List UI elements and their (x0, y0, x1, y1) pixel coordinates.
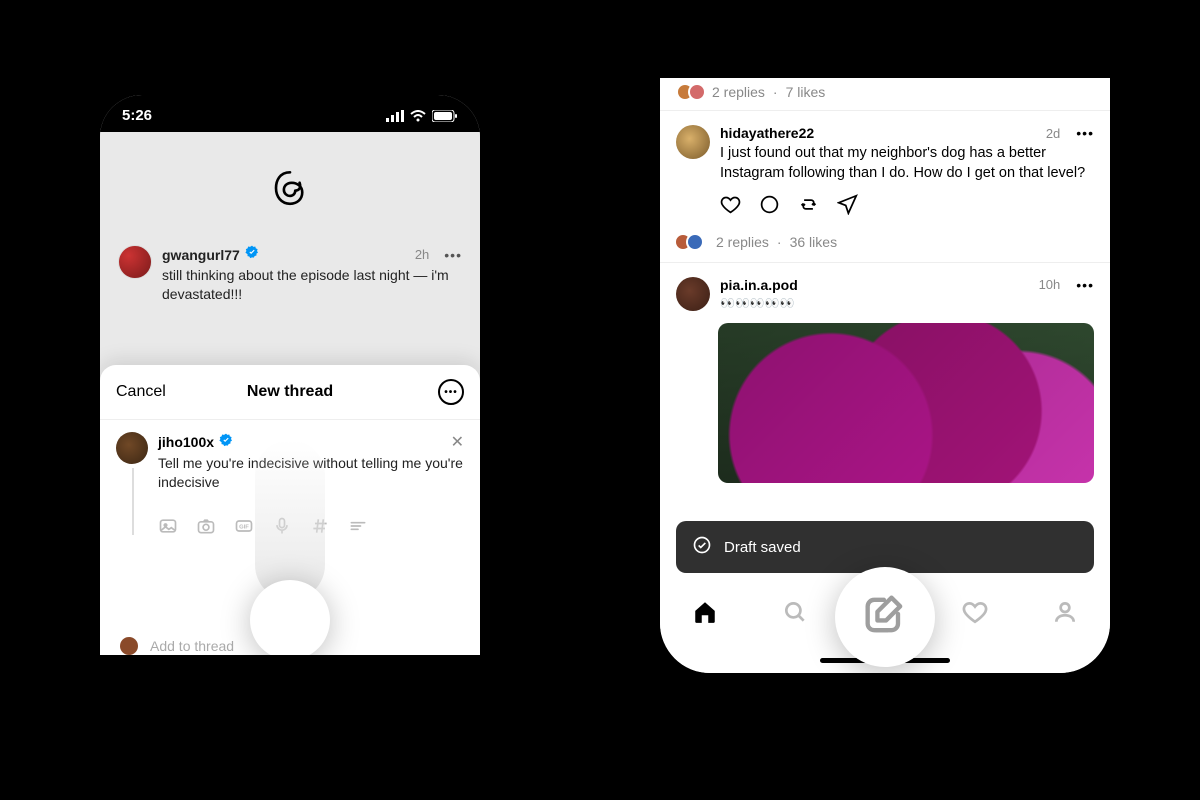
hashtag-icon[interactable] (310, 516, 330, 541)
post-username[interactable]: gwangurl77 (162, 247, 240, 263)
likes-count[interactable]: 36 likes (790, 234, 837, 250)
post-actions (720, 194, 1094, 220)
post-more-icon[interactable]: ••• (1076, 277, 1094, 293)
post-time: 2d (1046, 126, 1060, 141)
post-more-icon[interactable]: ••• (444, 247, 462, 263)
svg-text:GIF: GIF (239, 524, 249, 530)
repost-icon[interactable] (798, 194, 819, 220)
verified-badge-icon (219, 433, 233, 452)
composer-more-button[interactable]: ••• (438, 379, 464, 405)
thread-line (132, 468, 134, 535)
threads-logo-icon (269, 167, 311, 214)
composer-sheet: Cancel New thread ••• jiho100x ✕ Tell me… (100, 365, 480, 655)
prev-post-stats[interactable]: 2 replies · 7 likes (660, 78, 1110, 111)
check-circle-icon (692, 535, 712, 559)
post-username[interactable]: hidayathere22 (720, 125, 814, 141)
clear-draft-button[interactable]: ✕ (451, 432, 464, 452)
camera-icon[interactable] (196, 516, 216, 541)
facepile (674, 233, 704, 251)
toast-draft-saved: Draft saved (676, 521, 1094, 573)
tab-activity[interactable] (955, 599, 995, 625)
tab-search[interactable] (775, 599, 815, 625)
share-icon[interactable] (837, 194, 858, 220)
poll-icon[interactable] (348, 516, 368, 541)
tab-home[interactable] (685, 599, 725, 625)
mic-icon[interactable] (272, 516, 292, 541)
facepile (676, 83, 706, 101)
composer-text[interactable]: Tell me you're indecisive without tellin… (158, 454, 464, 492)
post-stats[interactable]: 2 replies · 36 likes (660, 230, 1110, 263)
like-icon[interactable] (720, 194, 741, 220)
attachment-row: GIF (158, 516, 464, 541)
post-time: 10h (1039, 277, 1061, 292)
status-time: 5:26 (122, 107, 152, 124)
avatar-small (120, 637, 138, 655)
battery-icon (432, 110, 458, 122)
separator: · (773, 84, 778, 100)
avatar[interactable] (676, 125, 710, 159)
post-username[interactable]: pia.in.a.pod (720, 277, 798, 293)
separator: · (777, 234, 782, 250)
cancel-button[interactable]: Cancel (116, 383, 166, 401)
avatar[interactable] (118, 245, 152, 279)
feed-post[interactable]: hidayathere22 2d ••• I just found out th… (660, 111, 1110, 230)
status-bar: 5:26 (100, 95, 480, 132)
feed-post[interactable]: pia.in.a.pod 10h ••• 👀👀👀👀👀 (660, 263, 1110, 318)
comment-icon[interactable] (759, 194, 780, 220)
phone-mock-right: 2 replies · 7 likes hidayathere22 2d •••… (660, 78, 1110, 673)
post-text: I just found out that my neighbor's dog … (720, 143, 1094, 184)
add-to-thread-label: Add to thread (150, 638, 234, 654)
post-time: 2h (415, 247, 429, 262)
verified-badge-icon (245, 245, 259, 264)
post-more-icon[interactable]: ••• (1076, 125, 1094, 141)
swipe-handle[interactable] (250, 580, 330, 655)
cellular-icon (386, 110, 404, 122)
gallery-icon[interactable] (158, 516, 178, 541)
avatar[interactable] (676, 277, 710, 311)
replies-count[interactable]: 2 replies (712, 84, 765, 100)
gif-icon[interactable]: GIF (234, 516, 254, 541)
replies-count[interactable]: 2 replies (716, 234, 769, 250)
toast-text: Draft saved (724, 539, 801, 556)
feed-post[interactable]: gwangurl77 2h ••• still thinking about t… (100, 239, 480, 318)
phone-mock-left: 5:26 (90, 85, 490, 655)
post-text: still thinking about the episode last ni… (162, 266, 462, 304)
post-image[interactable] (718, 323, 1094, 483)
compose-button[interactable] (835, 567, 935, 667)
avatar[interactable] (116, 432, 148, 464)
screen-left: 5:26 (100, 95, 480, 655)
compose-icon (859, 589, 911, 646)
post-text: 👀👀👀👀👀 (720, 295, 1094, 312)
tab-profile[interactable] (1045, 599, 1085, 625)
wifi-icon (410, 110, 426, 122)
app-logo-area (100, 132, 480, 239)
composer-username[interactable]: jiho100x (158, 434, 214, 450)
likes-count[interactable]: 7 likes (786, 84, 826, 100)
